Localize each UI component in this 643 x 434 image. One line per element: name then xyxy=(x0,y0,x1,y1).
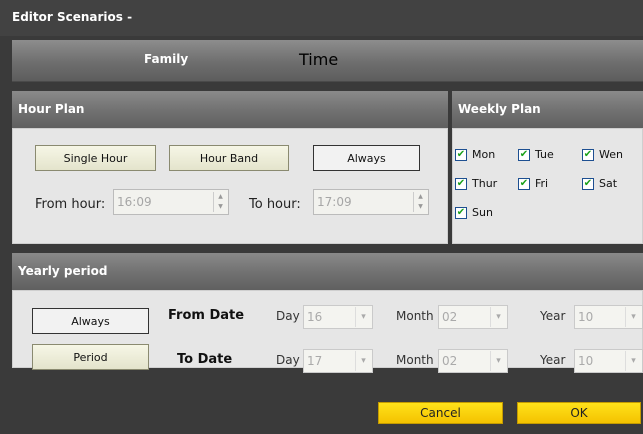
to-date-label: To Date xyxy=(177,352,233,367)
day-checkbox-mon[interactable]: ✔ Mon xyxy=(455,148,495,161)
from-month-select[interactable]: 02 ▾ xyxy=(438,305,508,329)
to-month-select[interactable]: 02 ▾ xyxy=(438,349,508,373)
yearly-period-header: Yearly period xyxy=(12,253,643,290)
from-day-select[interactable]: 16 ▾ xyxy=(303,305,373,329)
tab-family[interactable]: Family xyxy=(144,52,188,66)
to-month-label: Month xyxy=(396,353,434,367)
check-icon: ✔ xyxy=(455,177,467,190)
from-year-label: Year xyxy=(540,309,566,323)
tab-bar: Family Time xyxy=(12,40,643,82)
period-button[interactable]: Period xyxy=(32,344,149,370)
from-date-label: From Date xyxy=(168,308,245,323)
window-title: Editor Scenarios - xyxy=(12,10,133,24)
chevron-down-icon[interactable]: ▾ xyxy=(355,307,371,327)
always-period-button[interactable]: Always xyxy=(32,308,149,334)
spin-up-icon[interactable]: ▲ xyxy=(414,192,427,202)
check-icon: ✔ xyxy=(582,148,594,161)
to-hour-input[interactable] xyxy=(315,192,405,212)
from-hour-label: From hour: xyxy=(35,197,106,212)
day-checkbox-thur[interactable]: ✔ Thur xyxy=(455,177,497,190)
day-checkbox-sat[interactable]: ✔ Sat xyxy=(582,177,617,190)
hour-band-button[interactable]: Hour Band xyxy=(169,145,289,171)
chevron-down-icon[interactable]: ▾ xyxy=(355,351,371,371)
day-checkbox-wen[interactable]: ✔ Wen xyxy=(582,148,623,161)
weekly-plan-header: Weekly Plan xyxy=(452,91,643,128)
single-hour-button[interactable]: Single Hour xyxy=(35,145,156,171)
spin-down-icon[interactable]: ▼ xyxy=(214,202,227,212)
check-icon: ✔ xyxy=(518,148,530,161)
chevron-down-icon[interactable]: ▾ xyxy=(625,307,641,327)
from-year-select[interactable]: 10 ▾ xyxy=(574,305,643,329)
hour-plan-title: Hour Plan xyxy=(18,102,85,116)
to-year-label: Year xyxy=(540,353,566,367)
day-checkbox-fri[interactable]: ✔ Fri xyxy=(518,177,548,190)
check-icon: ✔ xyxy=(582,177,594,190)
day-checkbox-tue[interactable]: ✔ Tue xyxy=(518,148,554,161)
ok-button[interactable]: OK xyxy=(517,402,641,424)
check-icon: ✔ xyxy=(455,148,467,161)
from-day-label: Day xyxy=(276,309,300,323)
hour-plan-header: Hour Plan xyxy=(12,91,448,128)
check-icon: ✔ xyxy=(518,177,530,190)
tab-time[interactable]: Time xyxy=(299,50,338,69)
chevron-down-icon[interactable]: ▾ xyxy=(490,307,506,327)
chevron-down-icon[interactable]: ▾ xyxy=(490,351,506,371)
from-hour-spinner[interactable]: ▲ ▼ xyxy=(113,189,229,215)
cancel-button[interactable]: Cancel xyxy=(378,402,503,424)
to-year-select[interactable]: 10 ▾ xyxy=(574,349,643,373)
from-hour-input[interactable] xyxy=(115,192,205,212)
title-bar: Editor Scenarios - xyxy=(0,0,643,36)
from-month-label: Month xyxy=(396,309,434,323)
to-day-label: Day xyxy=(276,353,300,367)
spin-down-icon[interactable]: ▼ xyxy=(414,202,427,212)
check-icon: ✔ xyxy=(455,206,467,219)
spin-up-icon[interactable]: ▲ xyxy=(214,192,227,202)
always-hour-button[interactable]: Always xyxy=(313,145,420,171)
yearly-period-title: Yearly period xyxy=(18,264,108,278)
weekly-plan-title: Weekly Plan xyxy=(458,102,541,116)
to-hour-label: To hour: xyxy=(249,197,301,212)
chevron-down-icon[interactable]: ▾ xyxy=(625,351,641,371)
day-checkbox-sun[interactable]: ✔ Sun xyxy=(455,206,493,219)
to-day-select[interactable]: 17 ▾ xyxy=(303,349,373,373)
to-hour-spinner[interactable]: ▲ ▼ xyxy=(313,189,429,215)
